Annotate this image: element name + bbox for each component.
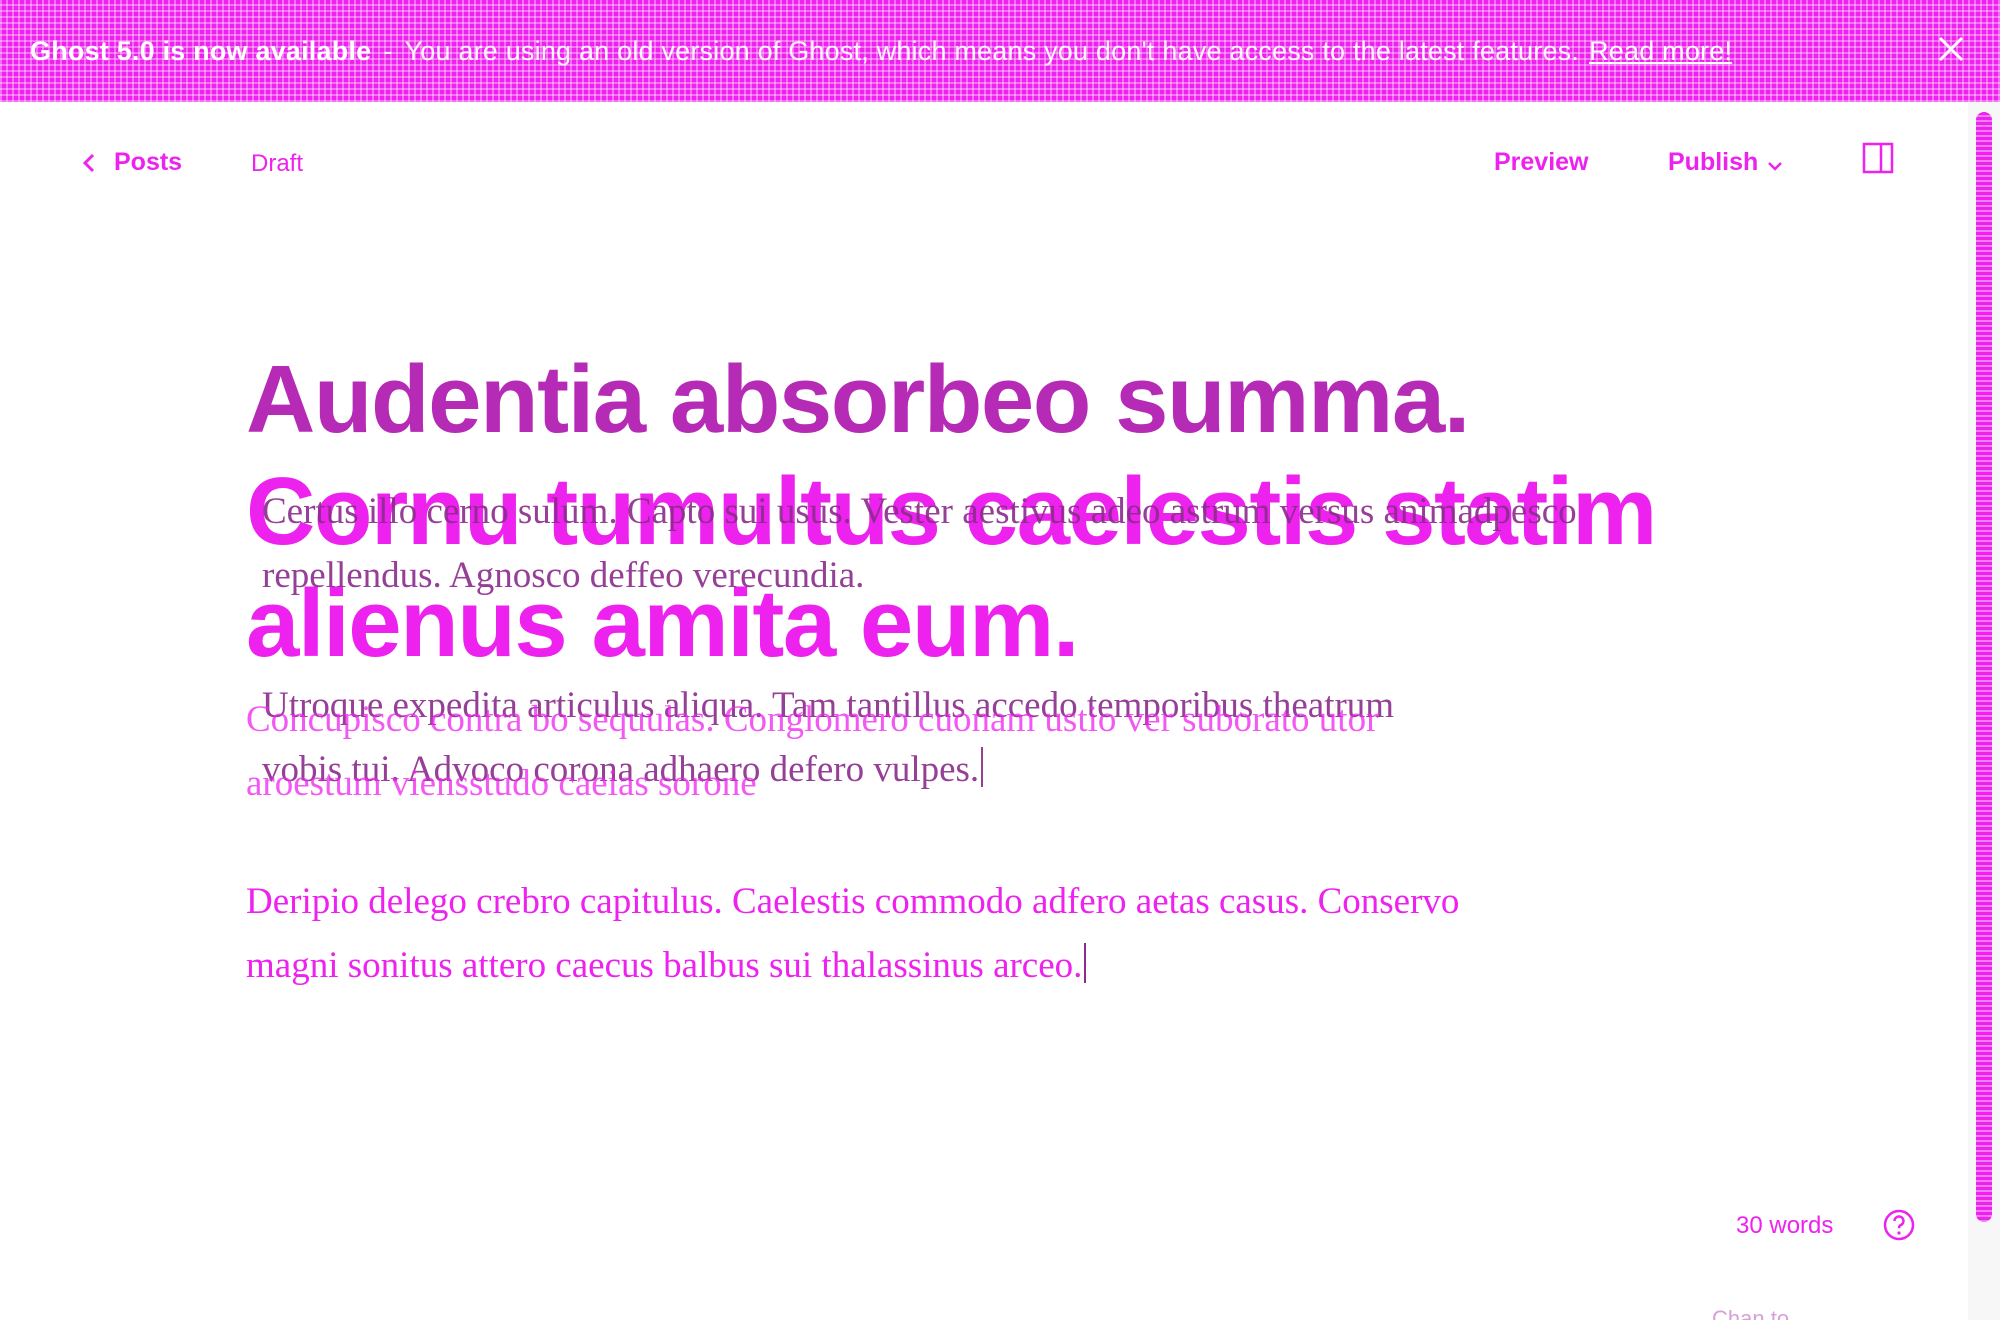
body-line-1: Deripio delego crebro capitulus. Caelest… [246,881,1460,922]
partial-footer-text: Chan to [1712,1306,1790,1320]
overlay-para-line1: Concupisco contra bo sequulas. Conglomer… [246,699,1379,740]
overlay-para-line2: aroestum viensstudo caeias sorone [246,763,757,804]
chevron-down-icon [1768,161,1783,171]
ghost-editor-page: Ghost 5.0 is now available - You are usi… [0,0,2000,1320]
back-link-label: Posts [114,148,183,176]
body-line-2: magni sonitus attero caecus balbus sui t… [246,945,1083,986]
banner-separator: - [383,35,393,66]
preview-button[interactable]: Preview [1494,148,1589,177]
sidebar-toggle-icon[interactable] [1862,142,1894,174]
chevron-left-icon [82,153,95,172]
overlay-paragraph[interactable]: Concupisco contra bo sequulas. Conglomer… [246,688,1726,816]
scrollbar[interactable] [1968,102,2000,1320]
update-banner: Ghost 5.0 is now available - You are usi… [0,0,2000,102]
back-to-posts-link[interactable]: Posts [80,148,182,177]
title-line-1: Audentia absorbeo summa. [246,346,1470,453]
scrollbar-thumb[interactable] [1976,112,1992,1222]
publish-button[interactable]: Publish [1668,148,1784,177]
post-body-editor[interactable]: Deripio delego crebro capitulus. Caelest… [246,870,1726,998]
editor-header: Posts Draft Preview Publish [0,102,1968,232]
banner-message: You are using an old version of Ghost, w… [404,35,1580,66]
banner-title: Ghost 5.0 is now available [30,35,372,66]
ghost-para1-line2: repellendus. Agnosco deffeo verecundia. [262,555,865,596]
close-icon[interactable] [1932,30,1970,68]
post-status: Draft [251,150,304,177]
ghost-paragraph-1[interactable]: Certus illo cerno sulum. Capto sui usus.… [262,480,1742,608]
help-icon[interactable] [1882,1208,1916,1242]
banner-read-more-link[interactable]: Read more! [1589,36,1732,67]
text-cursor [1084,943,1087,983]
word-count: 30 words [1736,1212,1834,1239]
publish-button-label: Publish [1668,148,1759,176]
ghost-para1-line1: Certus illo cerno sulum. Capto sui usus.… [262,491,1577,532]
